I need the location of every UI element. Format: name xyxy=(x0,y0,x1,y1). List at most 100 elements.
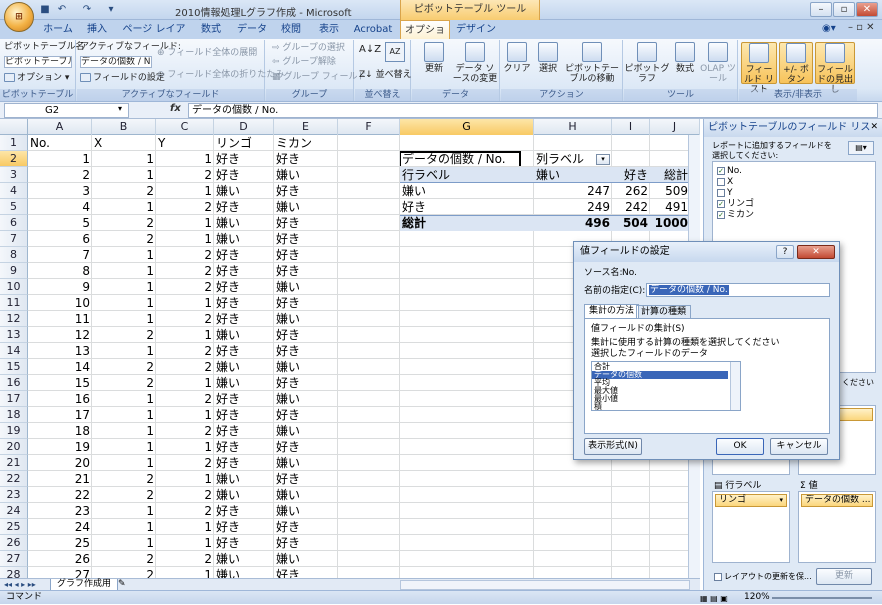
cell[interactable]: 1 xyxy=(92,423,156,439)
cell[interactable]: 好き xyxy=(214,263,274,279)
cell[interactable]: 1 xyxy=(156,471,214,487)
row-header-18[interactable]: 18 xyxy=(0,407,28,423)
tab-design[interactable]: デザイン xyxy=(456,20,496,39)
cell[interactable]: 9 xyxy=(28,279,92,295)
pivottable-name-input[interactable]: ピボットテーブル10 xyxy=(4,56,72,68)
value-field-chip[interactable]: データの個数 ... xyxy=(801,494,873,507)
move-pivottable-button[interactable]: ピボットテーブルの移動 xyxy=(563,42,621,84)
cell[interactable]: 好き xyxy=(274,231,338,247)
cell[interactable]: 12 xyxy=(28,327,92,343)
cell[interactable]: 1 xyxy=(92,391,156,407)
cell[interactable]: 1 xyxy=(156,519,214,535)
function-item[interactable]: データの個数 xyxy=(592,371,728,379)
cell[interactable]: 1 xyxy=(92,263,156,279)
options-button[interactable]: オプション ▾ xyxy=(4,73,69,84)
row-header-23[interactable]: 23 xyxy=(0,487,28,503)
row-header-17[interactable]: 17 xyxy=(0,391,28,407)
cell[interactable]: 好き xyxy=(214,199,274,215)
row-header-28[interactable]: 28 xyxy=(0,567,28,578)
row-header-22[interactable]: 22 xyxy=(0,471,28,487)
cell[interactable]: 27 xyxy=(28,567,92,578)
cell[interactable]: 嫌い xyxy=(274,311,338,327)
name-box-dropdown-icon[interactable]: ▾ xyxy=(118,104,122,113)
cell[interactable]: 2 xyxy=(92,375,156,391)
tab-review[interactable]: 校閲 xyxy=(276,20,306,39)
row-header-27[interactable]: 27 xyxy=(0,551,28,567)
cell[interactable]: 2 xyxy=(156,551,214,567)
row-header-12[interactable]: 12 xyxy=(0,311,28,327)
cell[interactable]: 22 xyxy=(28,487,92,503)
cell[interactable]: 14 xyxy=(28,359,92,375)
column-header-b[interactable]: B xyxy=(92,119,156,135)
pivot-column-header[interactable]: 好き xyxy=(612,167,650,183)
tab-formulas[interactable]: 数式 xyxy=(196,20,226,39)
cell[interactable]: 1 xyxy=(92,279,156,295)
cell[interactable]: 1 xyxy=(156,375,214,391)
redo-icon[interactable]: ↷ xyxy=(80,3,94,16)
field-settings-button[interactable]: フィールドの設定 xyxy=(80,73,165,84)
cell[interactable]: 好き xyxy=(274,407,338,423)
tab-view[interactable]: 表示 xyxy=(314,20,344,39)
field-item[interactable]: X xyxy=(717,177,733,187)
group-field-button[interactable]: ▦ グループ フィールド xyxy=(272,72,367,83)
dialog-close-icon[interactable]: ✕ xyxy=(797,245,835,259)
list-scrollbar[interactable] xyxy=(730,362,740,410)
cell[interactable]: 嫌い xyxy=(274,199,338,215)
new-sheet-icon[interactable]: ✎ xyxy=(118,579,126,590)
cell[interactable]: ミカン xyxy=(274,135,338,151)
pivot-column-header[interactable]: 総計 xyxy=(650,167,690,183)
cell[interactable]: リンゴ xyxy=(214,135,274,151)
pivot-row-header[interactable]: 嫌い xyxy=(400,183,534,199)
cell[interactable]: 2 xyxy=(156,311,214,327)
cell[interactable]: 1 xyxy=(92,503,156,519)
cell[interactable]: 1 xyxy=(92,311,156,327)
pivot-total-cell[interactable]: 1000 xyxy=(650,215,690,231)
sort-dialog-icon[interactable]: AZ xyxy=(385,42,405,62)
pivot-column-header[interactable]: 嫌い xyxy=(534,167,612,183)
cell[interactable]: 2 xyxy=(156,503,214,519)
cell[interactable]: 嫌い xyxy=(214,327,274,343)
pivot-total-cell[interactable]: 504 xyxy=(612,215,650,231)
pivot-row-label[interactable]: 行ラベル xyxy=(400,167,534,183)
tab-show-values[interactable]: 計算の種類 xyxy=(636,305,692,318)
cell[interactable]: 1 xyxy=(156,439,214,455)
row-header-1[interactable]: 1 xyxy=(0,135,28,151)
function-item[interactable]: 積 xyxy=(592,403,728,411)
cell[interactable]: 2 xyxy=(92,215,156,231)
cell[interactable]: 1 xyxy=(156,231,214,247)
cell[interactable]: 好き xyxy=(214,279,274,295)
select-all-button[interactable] xyxy=(0,119,28,135)
cell[interactable]: 4 xyxy=(28,199,92,215)
cell[interactable]: 5 xyxy=(28,215,92,231)
sort-asc-icon[interactable]: A↓Z xyxy=(359,44,381,55)
ok-button[interactable]: OK xyxy=(716,438,764,455)
cell[interactable]: 1 xyxy=(92,519,156,535)
cell[interactable]: 好き xyxy=(274,535,338,551)
pivot-value-cell[interactable]: 491 xyxy=(650,199,690,215)
pivotchart-button[interactable]: ピボットグラフ xyxy=(624,42,670,84)
values-area[interactable]: データの個数 ... xyxy=(798,491,876,563)
expand-buttons-button[interactable]: +/- ボタン xyxy=(779,42,813,85)
cell[interactable]: 好き xyxy=(214,167,274,183)
row-header-9[interactable]: 9 xyxy=(0,263,28,279)
cell[interactable]: 嫌い xyxy=(274,279,338,295)
cell[interactable]: 嫌い xyxy=(214,375,274,391)
pivot-value-cell[interactable]: 242 xyxy=(612,199,650,215)
cell[interactable]: 好き xyxy=(274,247,338,263)
row-header-16[interactable]: 16 xyxy=(0,375,28,391)
pivot-row-header[interactable]: 好き xyxy=(400,199,534,215)
cell[interactable]: 好き xyxy=(214,503,274,519)
cell[interactable]: 好き xyxy=(214,439,274,455)
cell[interactable]: 21 xyxy=(28,471,92,487)
cell[interactable]: Y xyxy=(156,135,214,151)
cell[interactable]: 好き xyxy=(214,247,274,263)
cell[interactable]: 1 xyxy=(156,567,214,578)
cell[interactable]: 1 xyxy=(156,151,214,167)
cell[interactable]: 19 xyxy=(28,439,92,455)
pivot-total-cell[interactable]: 496 xyxy=(534,215,612,231)
cell[interactable]: 1 xyxy=(28,151,92,167)
dialog-help-icon[interactable]: ? xyxy=(776,245,794,259)
pivot-data-label[interactable]: データの個数 / No. xyxy=(400,151,534,167)
cell[interactable]: 嫌い xyxy=(214,551,274,567)
cell[interactable]: No. xyxy=(28,135,92,151)
